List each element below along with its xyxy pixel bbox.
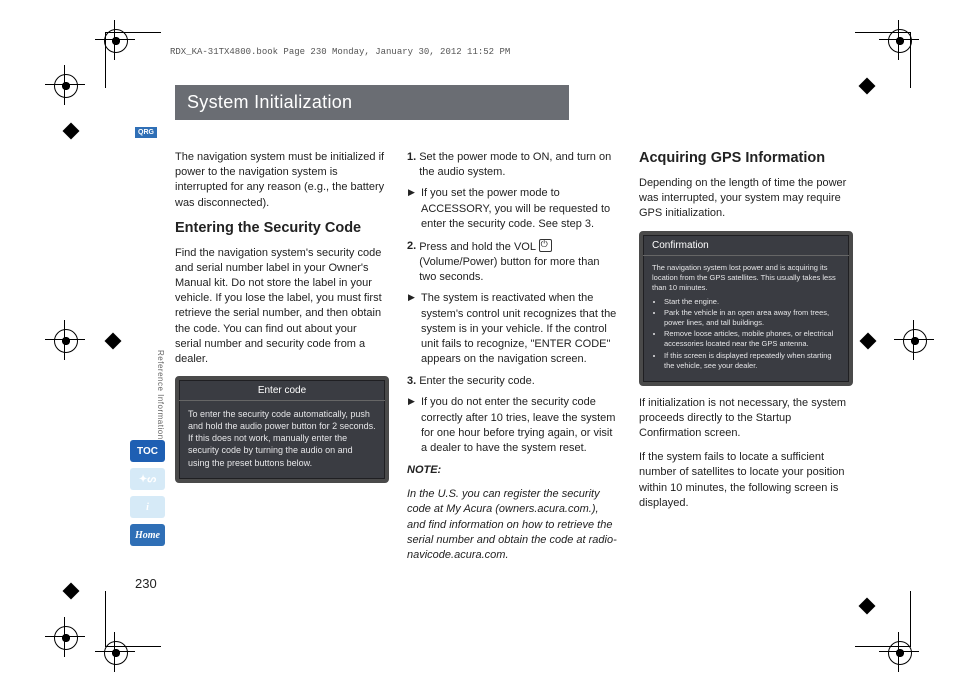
heading-gps: Acquiring GPS Information: [639, 150, 849, 166]
crop-corner: [105, 32, 161, 88]
crop-corner: [855, 32, 911, 88]
security-code-paragraph: Find the navigation system's security co…: [175, 246, 385, 367]
crop-corner: [855, 591, 911, 647]
registration-mark: [45, 320, 85, 360]
voice-icon[interactable]: ✦ᔕ: [130, 468, 165, 490]
list-item: Start the engine.: [664, 297, 840, 307]
step-1-sub: If you set the power mode to ACCESSORY, …: [407, 186, 617, 232]
step-1: Set the power mode to ON, and turn on th…: [419, 150, 617, 180]
note-label: NOTE:: [407, 463, 617, 478]
page-number: 230: [135, 576, 157, 591]
enter-code-screenshot: Enter code To enter the security code au…: [175, 376, 389, 483]
info-icon[interactable]: i: [130, 496, 165, 518]
side-icon-bar: TOC ✦ᔕ i Home: [130, 440, 165, 546]
gps-after-1: If initialization is not necessary, the …: [639, 396, 849, 442]
crop-corner: [105, 591, 161, 647]
confirmation-screen-lead: The navigation system lost power and is …: [652, 263, 840, 293]
home-icon[interactable]: Home: [130, 524, 165, 546]
page-title: System Initialization: [175, 85, 569, 120]
power-icon: [539, 239, 552, 252]
qrg-tag: QRG: [135, 127, 157, 138]
registration-mark: [45, 65, 85, 105]
toc-icon[interactable]: TOC: [130, 440, 165, 462]
confirmation-screen-title: Confirmation: [643, 235, 849, 256]
side-section-label: Reference Information: [156, 350, 165, 440]
confirmation-screen-bullets: Start the engine. Park the vehicle in an…: [652, 297, 840, 371]
registration-mark: [894, 320, 934, 360]
heading-security-code: Entering the Security Code: [175, 220, 385, 236]
list-item: If this screen is displayed repeatedly w…: [664, 351, 840, 371]
registration-mark: [45, 617, 85, 657]
list-item: Park the vehicle in an open area away fr…: [664, 308, 840, 328]
print-header-stamp: RDX_KA-31TX4800.book Page 230 Monday, Ja…: [170, 47, 510, 57]
intro-paragraph: The navigation system must be initialize…: [175, 150, 385, 211]
list-item: Remove loose articles, mobile phones, or…: [664, 329, 840, 349]
enter-code-screen-title: Enter code: [179, 380, 385, 401]
note-body: In the U.S. you can register the securit…: [407, 487, 617, 563]
step-3: Enter the security code.: [419, 374, 617, 389]
column-1: The navigation system must be initialize…: [175, 150, 385, 572]
column-3: Acquiring GPS Information Depending on t…: [639, 150, 849, 572]
gps-intro: Depending on the length of time the powe…: [639, 176, 849, 222]
enter-code-screen-body: To enter the security code automatically…: [179, 401, 385, 479]
column-2: 1.Set the power mode to ON, and turn on …: [407, 150, 617, 572]
content-columns: The navigation system must be initialize…: [175, 150, 849, 572]
step-2-sub: The system is reactivated when the syste…: [407, 291, 617, 367]
step-2: Press and hold the VOL (Volume/Power) bu…: [419, 239, 617, 286]
confirmation-screenshot: Confirmation The navigation system lost …: [639, 231, 853, 386]
step-3-sub: If you do not enter the security code co…: [407, 395, 617, 456]
gps-after-2: If the system fails to locate a sufficie…: [639, 450, 849, 511]
